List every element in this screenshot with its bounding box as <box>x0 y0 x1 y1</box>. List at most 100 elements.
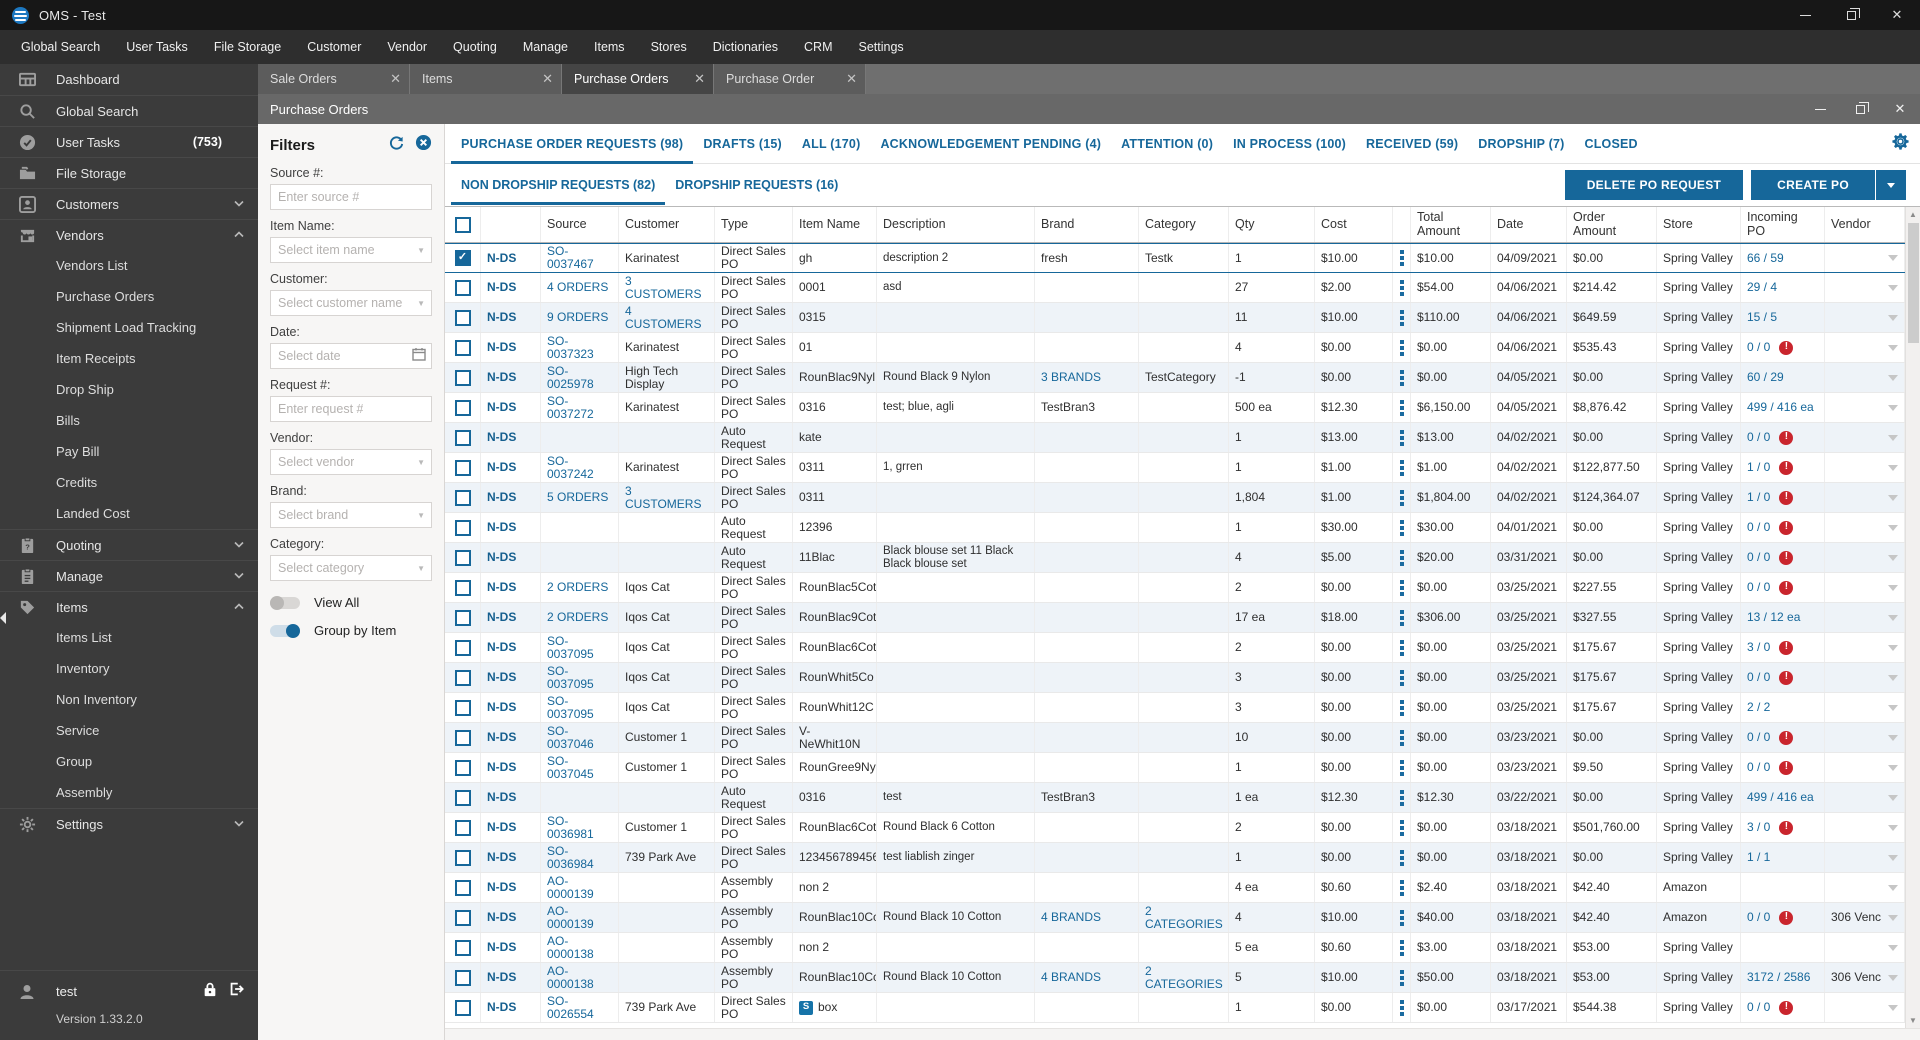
incoming-po-link[interactable]: 0 / 0 <box>1747 341 1770 354</box>
source-cell[interactable]: SO-0037242 <box>541 453 619 482</box>
status-tab-8[interactable]: CLOSED <box>1574 125 1647 163</box>
row-checkbox[interactable] <box>454 909 471 926</box>
sidebar-item-vendors[interactable]: Vendors <box>0 219 258 250</box>
row-checkbox[interactable] <box>454 699 471 716</box>
vendor-cell[interactable] <box>1825 933 1905 962</box>
column-header[interactable]: Category <box>1139 207 1229 242</box>
incoming-po-link[interactable]: 3 / 0 <box>1747 821 1770 834</box>
row-menu-cell[interactable] <box>1393 513 1411 542</box>
menu-item-dictionaries[interactable]: Dictionaries <box>700 30 791 64</box>
create-po-button[interactable]: CREATE PO <box>1751 170 1875 200</box>
status-tab-1[interactable]: DRAFTS (15) <box>693 125 792 163</box>
sidebar-item-inventory[interactable]: Inventory <box>0 653 258 684</box>
sidebar-item-customers[interactable]: Customers <box>0 188 258 219</box>
sidebar-item-group[interactable]: Group <box>0 746 258 777</box>
document-tab-sale-orders[interactable]: Sale Orders ✕ <box>258 64 410 94</box>
source-link[interactable]: 4 ORDERS <box>547 281 608 294</box>
column-header[interactable] <box>481 207 541 242</box>
toggle-switch[interactable] <box>270 595 300 610</box>
incoming-po-cell[interactable]: 3 / 0! <box>1741 633 1825 662</box>
incoming-po-cell[interactable]: 3172 / 2586 <box>1741 963 1825 992</box>
table-row[interactable]: N-DS 9 ORDERS 4 CUSTOMERS Direct Sales PO 03… <box>445 303 1905 333</box>
vendor-dropdown-icon[interactable] <box>1888 704 1898 711</box>
source-cell[interactable]: SO-0037095 <box>541 693 619 722</box>
incoming-po-link[interactable]: 499 / 416 ea <box>1747 791 1814 804</box>
incoming-po-link[interactable]: 499 / 416 ea <box>1747 401 1814 414</box>
sidebar-item-credits[interactable]: Credits <box>0 467 258 498</box>
customer-link[interactable]: 4 CUSTOMERS <box>625 304 708 331</box>
table-row[interactable]: ✓ N-DS SO-0037467 Karinatest Direct Sales PO… <box>445 243 1905 273</box>
sidebar-item-pay-bill[interactable]: Pay Bill <box>0 436 258 467</box>
table-row[interactable]: N-DS AO-0000139 Assembly PO RounBlac10Cc Rou… <box>445 903 1905 933</box>
source-cell[interactable]: SO-0036984 <box>541 843 619 872</box>
vendor-dropdown-icon[interactable] <box>1888 464 1898 471</box>
toggle-group-by-item[interactable]: Group by Item <box>270 623 432 638</box>
source-link[interactable]: SO-0037272 <box>547 394 612 421</box>
incoming-po-cell[interactable]: 66 / 59 <box>1741 244 1825 272</box>
menu-item-vendor[interactable]: Vendor <box>374 30 440 64</box>
vendor-dropdown-icon[interactable] <box>1888 255 1898 261</box>
incoming-po-cell[interactable]: 0 / 0! <box>1741 663 1825 692</box>
row-menu-cell[interactable] <box>1393 303 1411 332</box>
table-row[interactable]: N-DS 2 ORDERS Iqos Cat Direct Sales PO RounB… <box>445 573 1905 603</box>
vendor-dropdown-icon[interactable] <box>1888 614 1898 621</box>
incoming-po-link[interactable]: 1 / 1 <box>1747 851 1770 864</box>
source-cell[interactable]: AO-0000138 <box>541 933 619 962</box>
incoming-po-cell[interactable]: 0 / 0! <box>1741 423 1825 452</box>
source-link[interactable]: SO-0037323 <box>547 334 612 361</box>
menu-item-user-tasks[interactable]: User Tasks <box>113 30 201 64</box>
sidebar-item-assembly[interactable]: Assembly <box>0 777 258 808</box>
row-checkbox[interactable] <box>454 729 471 746</box>
toggle-switch[interactable] <box>270 623 300 638</box>
source-cell[interactable]: 2 ORDERS <box>541 573 619 602</box>
row-menu-cell[interactable] <box>1393 993 1411 1022</box>
sidebar-item-vendors-list[interactable]: Vendors List <box>0 250 258 281</box>
source-cell[interactable]: SO-0037272 <box>541 393 619 422</box>
sidebar-item-drop-ship[interactable]: Drop Ship <box>0 374 258 405</box>
row-menu-dots-icon[interactable] <box>1399 699 1404 716</box>
table-row[interactable]: N-DS SO-0036984 739 Park Ave Direct Sales P… <box>445 843 1905 873</box>
incoming-po-cell[interactable]: 0 / 0! <box>1741 753 1825 782</box>
status-tab-7[interactable]: DROPSHIP (7) <box>1468 125 1574 163</box>
table-row[interactable]: N-DS SO-0037272 Karinatest Direct Sales PO 0… <box>445 393 1905 423</box>
menu-item-global-search[interactable]: Global Search <box>8 30 113 64</box>
incoming-po-cell[interactable]: 499 / 416 ea <box>1741 393 1825 422</box>
vendor-cell[interactable] <box>1825 333 1905 362</box>
row-menu-cell[interactable] <box>1393 933 1411 962</box>
row-menu-cell[interactable] <box>1393 244 1411 272</box>
table-row[interactable]: N-DS Auto Request kate 1 $13.00 $13.00 04/02/2… <box>445 423 1905 453</box>
incoming-po-cell[interactable]: 0 / 0! <box>1741 333 1825 362</box>
row-menu-cell[interactable] <box>1393 903 1411 932</box>
tab-close-icon[interactable]: ✕ <box>846 71 857 87</box>
row-checkbox[interactable] <box>454 579 471 596</box>
row-menu-cell[interactable] <box>1393 603 1411 632</box>
sub-tab-1[interactable]: DROPSHIP REQUESTS (16) <box>665 165 848 205</box>
table-row[interactable]: N-DS SO-0026554 739 Park Ave Direct Sales P… <box>445 993 1905 1023</box>
filter-input-source[interactable]: Enter source # <box>270 184 432 210</box>
menu-item-manage[interactable]: Manage <box>510 30 581 64</box>
status-tab-5[interactable]: IN PROCESS (100) <box>1223 125 1356 163</box>
category-cell[interactable]: 2 CATEGORIES <box>1139 903 1229 932</box>
row-menu-cell[interactable] <box>1393 783 1411 812</box>
source-cell[interactable]: 4 ORDERS <box>541 273 619 302</box>
table-row[interactable]: N-DS 4 ORDERS 3 CUSTOMERS Direct Sales PO 00… <box>445 273 1905 303</box>
incoming-po-link[interactable]: 0 / 0 <box>1747 731 1770 744</box>
vendor-cell[interactable] <box>1825 663 1905 692</box>
source-link[interactable]: SO-0037095 <box>547 694 612 721</box>
table-row[interactable]: N-DS Auto Request 0316 test TestBran3 1 ea $12… <box>445 783 1905 813</box>
vendor-dropdown-icon[interactable] <box>1888 854 1898 861</box>
incoming-po-link[interactable]: 60 / 29 <box>1747 371 1784 384</box>
source-link[interactable]: SO-0036984 <box>547 844 612 871</box>
delete-po-request-button[interactable]: DELETE PO REQUEST <box>1564 170 1744 200</box>
incoming-po-link[interactable]: 0 / 0 <box>1747 581 1770 594</box>
column-header[interactable]: Vendor <box>1825 207 1905 242</box>
sidebar-item-user-tasks[interactable]: User Tasks (753) <box>0 126 258 157</box>
document-tab-items[interactable]: Items ✕ <box>410 64 562 94</box>
row-menu-dots-icon[interactable] <box>1399 759 1404 776</box>
incoming-po-link[interactable]: 13 / 12 ea <box>1747 611 1800 624</box>
column-header[interactable]: Store <box>1657 207 1741 242</box>
close-button[interactable]: ✕ <box>1874 0 1920 30</box>
incoming-po-cell[interactable]: 2 / 2 <box>1741 693 1825 722</box>
menu-item-items[interactable]: Items <box>581 30 638 64</box>
vendor-cell[interactable]: 306 Venc <box>1825 963 1905 992</box>
